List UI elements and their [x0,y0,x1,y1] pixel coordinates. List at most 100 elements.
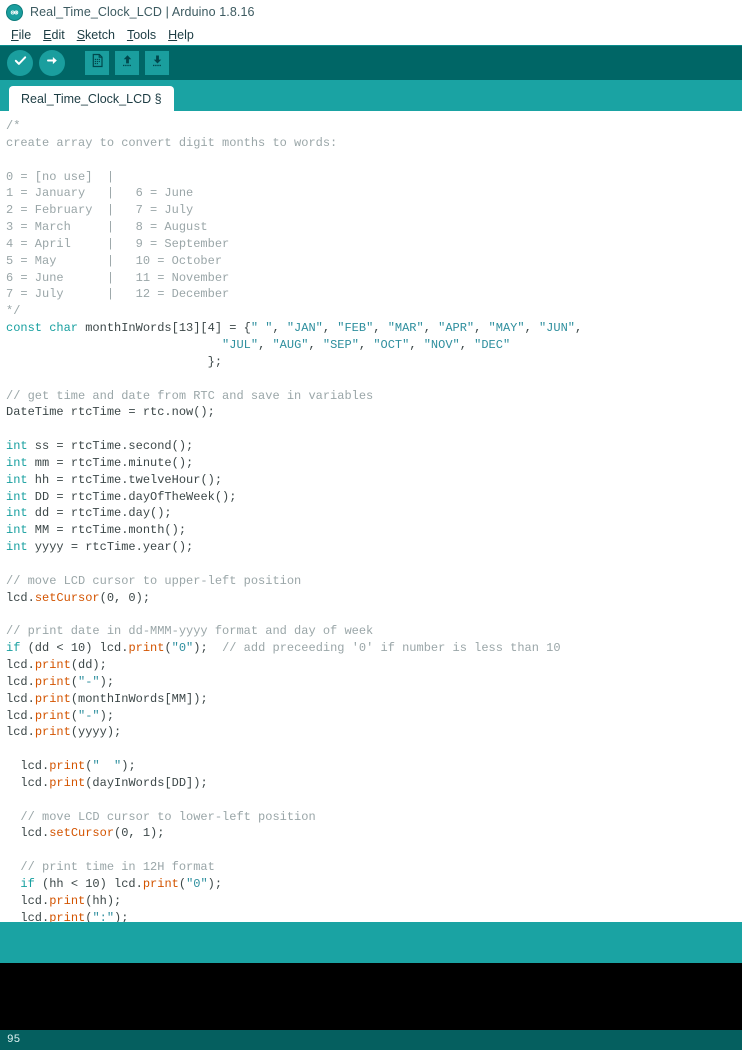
code-line: // print time in 12H format [6,859,742,876]
code-token: "JUN" [538,321,575,336]
code-token: "APR" [438,321,475,336]
code-token: 2 = February | 7 = July [6,203,194,218]
code-token: int [6,523,28,538]
code-token: (hh); [85,893,122,908]
code-line: lcd.print(":"); [6,910,742,922]
verify-button[interactable] [7,50,33,76]
code-token: ( [164,641,172,656]
tab-real-time-clock-lcd[interactable]: Real_Time_Clock_LCD § [9,86,174,111]
code-token: lcd. [6,725,35,740]
code-line: int dd = rtcTime.day(); [6,505,742,522]
arrow-right-icon [45,53,60,73]
code-line: 6 = June | 11 = November [6,270,742,287]
code-token: "JUL" [222,337,259,352]
code-token: /* [6,119,21,133]
menu-sketch[interactable]: Sketch [71,28,121,42]
code-line: // get time and date from RTC and save i… [6,388,742,405]
code-line: const char monthInWords[13][4] = {" ", "… [6,320,742,337]
code-line: int ss = rtcTime.second(); [6,438,742,455]
code-token: (dd); [70,658,107,672]
code-token: print [34,674,71,689]
code-token: ss = rtcTime.second(); [27,439,194,454]
code-line: if (hh < 10) lcd.print("0"); [6,876,742,893]
code-token: (yyyy); [70,725,122,740]
code-token: 4 = April | 9 = September [6,236,230,251]
open-sketch-button[interactable] [115,51,139,75]
code-line: lcd.print(hh); [6,893,742,910]
code-token: }; [6,354,223,369]
code-token: , [308,337,323,352]
menu-file[interactable]: File [5,28,37,42]
code-token: "0" [186,876,208,891]
code-line: /* [6,118,742,135]
code-line: lcd.print(yyyy); [6,724,742,741]
code-token: // print time in 12H format [6,860,215,875]
code-token: , [258,337,273,352]
code-token: int [6,455,28,470]
code-token: 7 = July | 12 = December [6,287,230,302]
code-line: lcd.print(" "); [6,758,742,775]
code-line: if (dd < 10) lcd.print("0"); // add prec… [6,640,742,657]
code-token: int [6,489,28,504]
code-token: print [128,641,165,656]
code-token: lcd. [6,674,35,689]
code-token: // move LCD cursor to lower-left positio… [6,809,316,824]
code-token: print [34,691,71,706]
code-token: setCursor [49,826,115,841]
arrow-up-icon [120,53,135,73]
code-token: ); [193,641,223,656]
code-token: , [574,321,583,336]
code-token: ( [70,674,79,689]
code-editor[interactable]: /* create array to convert digit months t… [0,111,742,922]
code-token: (0, 0); [99,590,151,605]
code-token: print [49,893,86,908]
arduino-ide-window: Real_Time_Clock_LCD | Arduino 1.8.16 Fil… [0,0,742,1050]
code-token: 3 = March | 8 = August [6,220,208,235]
code-token: monthInWords[13][4] = { [78,321,251,336]
code-token: "-" [78,708,100,723]
code-line: }; [6,354,742,371]
menu-help[interactable]: Help [162,28,200,42]
menu-edit[interactable]: Edit [37,28,71,42]
code-token: print [34,708,71,723]
menu-bar: File Edit Sketch Tools Help [0,24,742,45]
code-token: DD = rtcTime.dayOfTheWeek(); [27,489,237,504]
code-token: int [6,506,28,521]
code-token: "MAR" [387,321,424,336]
code-token: 5 = May | 10 = October [6,253,223,268]
code-token: ); [114,910,129,922]
code-token: "FEB" [337,321,374,336]
save-sketch-button[interactable] [145,51,169,75]
code-line: create array to convert digit months to … [6,135,742,152]
code-line: lcd.print("-"); [6,674,742,691]
code-token: , [524,321,539,336]
menu-tools[interactable]: Tools [121,28,162,42]
code-token: // move LCD cursor to upper-left positio… [6,573,302,588]
code-text[interactable]: /* create array to convert digit months t… [6,118,742,922]
code-token: "DEC" [474,337,511,352]
code-line: // move LCD cursor to lower-left positio… [6,809,742,826]
console-output[interactable] [0,963,742,1030]
line-number-indicator: 95 [7,1034,21,1046]
code-token: "AUG" [272,337,309,352]
code-token: int [6,439,28,454]
code-line: 3 = March | 8 = August [6,219,742,236]
code-line: DateTime rtcTime = rtc.now(); [6,404,742,421]
code-token: */ [6,304,21,319]
code-token: ); [99,674,115,689]
code-line: lcd.print(monthInWords[MM]); [6,691,742,708]
upload-button[interactable] [39,50,65,76]
code-token: " " [92,759,122,774]
code-token: print [34,658,71,672]
code-line: */ [6,303,742,320]
code-line: "JUL", "AUG", "SEP", "OCT", "NOV", "DEC" [6,337,742,354]
toolbar [0,45,742,80]
new-sketch-button[interactable] [85,51,109,75]
code-token: ); [121,759,136,774]
code-token: , [373,321,388,336]
code-token: , [423,321,439,336]
